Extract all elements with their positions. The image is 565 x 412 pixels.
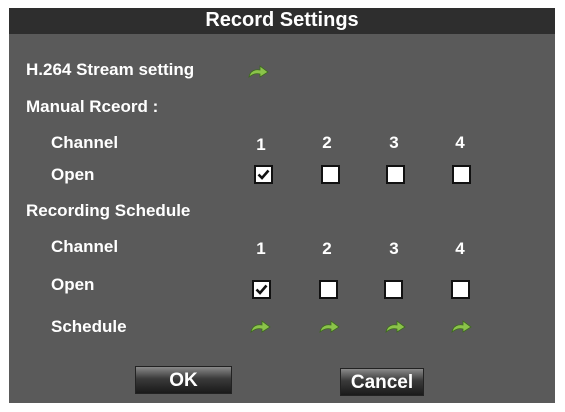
schedule-open-checkbox-2[interactable] [319, 280, 338, 299]
schedule-channel-4: 4 [455, 239, 465, 258]
recording-schedule-heading: Recording Schedule [26, 201, 190, 221]
schedule-open-label: Open [51, 275, 95, 294]
schedule-open-checkbox-4[interactable] [451, 280, 470, 299]
manual-channel-1: 1 [256, 135, 266, 154]
manual-open-checkbox-4[interactable] [452, 165, 471, 184]
manual-channel-3: 3 [389, 133, 399, 152]
manual-channel-label: Channel [51, 133, 119, 152]
manual-open-checkbox-2[interactable] [321, 165, 340, 184]
stream-setting-arrow-icon[interactable] [247, 65, 269, 79]
manual-open-checkbox-3[interactable] [386, 165, 405, 184]
checkmark-icon [255, 283, 268, 296]
record-settings-window: Record Settings H.264 Stream setting Man… [9, 8, 555, 403]
window-title: Record Settings [9, 8, 555, 34]
schedule-arrow-icon-1[interactable] [249, 320, 271, 334]
schedule-open-checkbox-3[interactable] [384, 280, 403, 299]
schedule-heading-word: Schedule [114, 201, 191, 220]
stream-setting-label: H.264 Stream setting [26, 60, 195, 79]
manual-record-heading: Manual Rceord : [26, 97, 159, 116]
schedule-channel-2: 2 [322, 239, 332, 258]
manual-channel-4: 4 [455, 133, 465, 152]
manual-channel-2: 2 [322, 133, 332, 152]
manual-open-label: Open [51, 165, 95, 184]
schedule-channel-label: Channel [51, 237, 119, 256]
schedule-channel-1: 1 [256, 239, 266, 258]
checkmark-icon [257, 168, 270, 181]
schedule-channel-3: 3 [389, 239, 399, 258]
schedule-label: Schedule [51, 317, 127, 336]
cancel-button[interactable]: Cancel [340, 368, 424, 396]
schedule-arrow-icon-4[interactable] [450, 320, 472, 334]
schedule-open-checkbox-1[interactable] [252, 280, 271, 299]
ok-button[interactable]: OK [135, 366, 232, 394]
recording-heading-word: Recording [26, 201, 111, 220]
schedule-arrow-icon-3[interactable] [384, 320, 406, 334]
manual-open-checkbox-1[interactable] [254, 165, 273, 184]
schedule-arrow-icon-2[interactable] [318, 320, 340, 334]
